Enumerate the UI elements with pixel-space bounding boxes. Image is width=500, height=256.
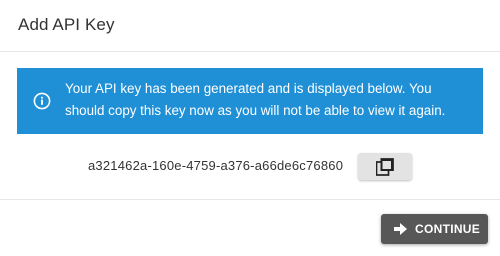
arrow-right-icon [394, 223, 407, 235]
add-api-key-dialog: Add API Key Your API key has been genera… [0, 0, 500, 256]
info-icon [33, 92, 51, 110]
info-alert: Your API key has been generated and is d… [17, 68, 483, 134]
copy-icon [376, 158, 394, 176]
footer-divider [0, 199, 500, 200]
api-key-value: a321462a-160e-4759-a376-a66de6c76860 [88, 158, 344, 173]
dialog-header: Add API Key [0, 0, 500, 52]
api-key-row: a321462a-160e-4759-a376-a66de6c76860 [0, 150, 500, 182]
continue-label: CONTINUE [415, 222, 481, 236]
dialog-title: Add API Key [18, 15, 115, 34]
alert-message: Your API key has been generated and is d… [65, 81, 446, 118]
continue-button[interactable]: CONTINUE [381, 214, 488, 244]
copy-key-button[interactable] [358, 153, 412, 180]
